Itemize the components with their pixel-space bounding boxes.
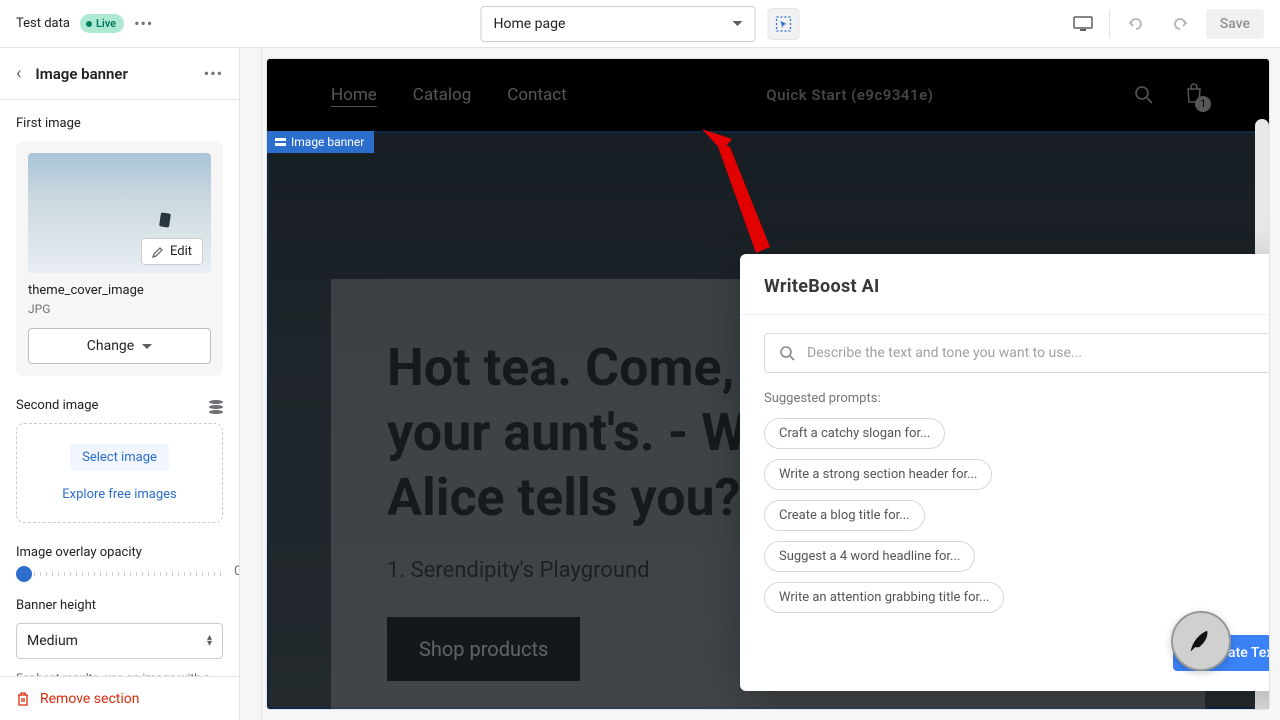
remove-label: Remove section — [40, 691, 139, 707]
desktop-icon — [1073, 16, 1093, 32]
dynamic-source-icon[interactable] — [209, 400, 223, 412]
banner-height-help: For best results, use an image with a 3:… — [16, 669, 223, 676]
back-icon[interactable]: ‹ — [16, 63, 21, 84]
remove-section-button[interactable]: Remove section — [0, 676, 239, 720]
pencil-icon — [152, 246, 164, 258]
image-filename: theme_cover_image — [28, 283, 211, 298]
sidebar: ‹ Image banner ••• First image Edit them… — [0, 48, 240, 720]
left-gutter — [240, 48, 262, 720]
prompt-input-wrap — [764, 333, 1270, 373]
overlay-opacity-field: Image overlay opacity 0% — [16, 545, 223, 576]
edit-label: Edit — [170, 244, 192, 259]
nav-home[interactable]: Home — [331, 85, 377, 105]
section-label-text: Image banner — [291, 135, 364, 149]
desktop-view-button[interactable] — [1065, 6, 1101, 42]
canvas-wrap: Home Catalog Contact Quick Start (e9c934… — [262, 48, 1280, 720]
prompt-chip[interactable]: Write a strong section header for... — [764, 459, 992, 490]
banner-height-select[interactable]: Medium ▴▾ — [16, 623, 223, 659]
live-badge: Live — [80, 14, 124, 33]
test-data-label: Test data — [16, 16, 70, 31]
modal-header: WriteBoost AI ✕ — [740, 254, 1270, 315]
section-label-chip[interactable]: Image banner — [267, 131, 374, 153]
redo-button[interactable] — [1162, 6, 1198, 42]
live-dot-icon — [86, 21, 92, 27]
page-select-group: Home page — [481, 6, 800, 42]
suggested-prompts-label: Suggested prompts: — [764, 391, 1270, 406]
banner-height-value: Medium — [27, 633, 78, 649]
modal-title: WriteBoost AI — [764, 276, 880, 297]
prompt-input[interactable] — [807, 345, 1270, 361]
redo-icon — [1171, 15, 1189, 33]
prompt-chip[interactable]: Write an attention grabbing title for... — [764, 582, 1004, 613]
search-icon[interactable] — [1133, 84, 1155, 106]
second-image-label: Second image — [16, 398, 98, 413]
image-ext: JPG — [28, 302, 211, 316]
live-text: Live — [96, 17, 116, 30]
prompt-chip[interactable]: Create a blog title for... — [764, 500, 925, 531]
prompt-chip[interactable]: Craft a catchy slogan for... — [764, 418, 945, 449]
shop-products-button[interactable]: Shop products — [387, 617, 580, 681]
nav-catalog[interactable]: Catalog — [413, 85, 472, 105]
page-dropdown[interactable]: Home page — [481, 6, 756, 42]
section-icon — [275, 137, 286, 148]
suggested-prompts-list: Craft a catchy slogan for... Write a str… — [764, 418, 1270, 613]
nav-icons: 1 — [1133, 82, 1205, 108]
brand-label: Quick Start (e9c9341e) — [603, 86, 1097, 104]
main: ‹ Image banner ••• First image Edit them… — [0, 48, 1280, 720]
sidebar-body: First image Edit theme_cover_image JPG C… — [0, 100, 239, 676]
opacity-slider[interactable]: 0% — [16, 572, 223, 576]
prompt-chip[interactable]: Suggest a 4 word headline for... — [764, 541, 975, 572]
caret-down-icon — [142, 344, 152, 349]
nav-contact[interactable]: Contact — [507, 85, 566, 105]
sidebar-title: Image banner — [35, 65, 127, 83]
overlay-label: Image overlay opacity — [16, 545, 223, 560]
explore-free-images-link[interactable]: Explore free images — [62, 487, 176, 502]
image-card: Edit theme_cover_image JPG Change — [16, 141, 223, 376]
edit-image-button[interactable]: Edit — [141, 238, 203, 265]
search-icon — [779, 345, 795, 361]
sidebar-header: ‹ Image banner ••• — [0, 48, 239, 100]
trash-icon — [16, 692, 30, 706]
page-dropdown-label: Home page — [494, 16, 566, 32]
save-button[interactable]: Save — [1206, 9, 1264, 39]
canvas: Home Catalog Contact Quick Start (e9c934… — [266, 58, 1270, 710]
second-image-row: Second image — [16, 398, 223, 413]
banner-height-label: Banner height — [16, 598, 223, 613]
opacity-value: 0% — [234, 564, 239, 579]
cart-button[interactable]: 1 — [1183, 82, 1205, 108]
writeboost-fab[interactable] — [1171, 611, 1231, 671]
site-nav: Home Catalog Contact Quick Start (e9c934… — [267, 59, 1269, 131]
change-label: Change — [87, 338, 134, 354]
feather-icon — [1187, 627, 1215, 655]
top-bar: Test data Live ••• Home page Save — [0, 0, 1280, 48]
select-image-button[interactable]: Select image — [70, 444, 169, 471]
change-button[interactable]: Change — [28, 328, 211, 364]
banner-height-field: Banner height Medium ▴▾ For best results… — [16, 598, 223, 676]
slider-thumb[interactable] — [16, 566, 32, 582]
updown-icon: ▴▾ — [207, 635, 212, 647]
undo-icon — [1127, 15, 1145, 33]
topbar-right: Save — [1065, 6, 1264, 42]
more-icon[interactable]: ••• — [134, 14, 153, 33]
first-image-label: First image — [16, 116, 223, 131]
undo-button[interactable] — [1118, 6, 1154, 42]
topbar-left: Test data Live ••• — [16, 14, 153, 33]
inspector-icon — [776, 16, 792, 32]
inspector-button[interactable] — [768, 8, 800, 40]
divider — [1109, 10, 1110, 38]
second-image-dropzone[interactable]: Select image Explore free images — [16, 423, 223, 523]
image-thumbnail[interactable]: Edit — [28, 153, 211, 273]
caret-down-icon — [733, 21, 743, 26]
cart-count: 1 — [1195, 96, 1211, 112]
sidebar-header-left: ‹ Image banner — [16, 63, 128, 84]
sidebar-more-icon[interactable]: ••• — [204, 64, 223, 83]
